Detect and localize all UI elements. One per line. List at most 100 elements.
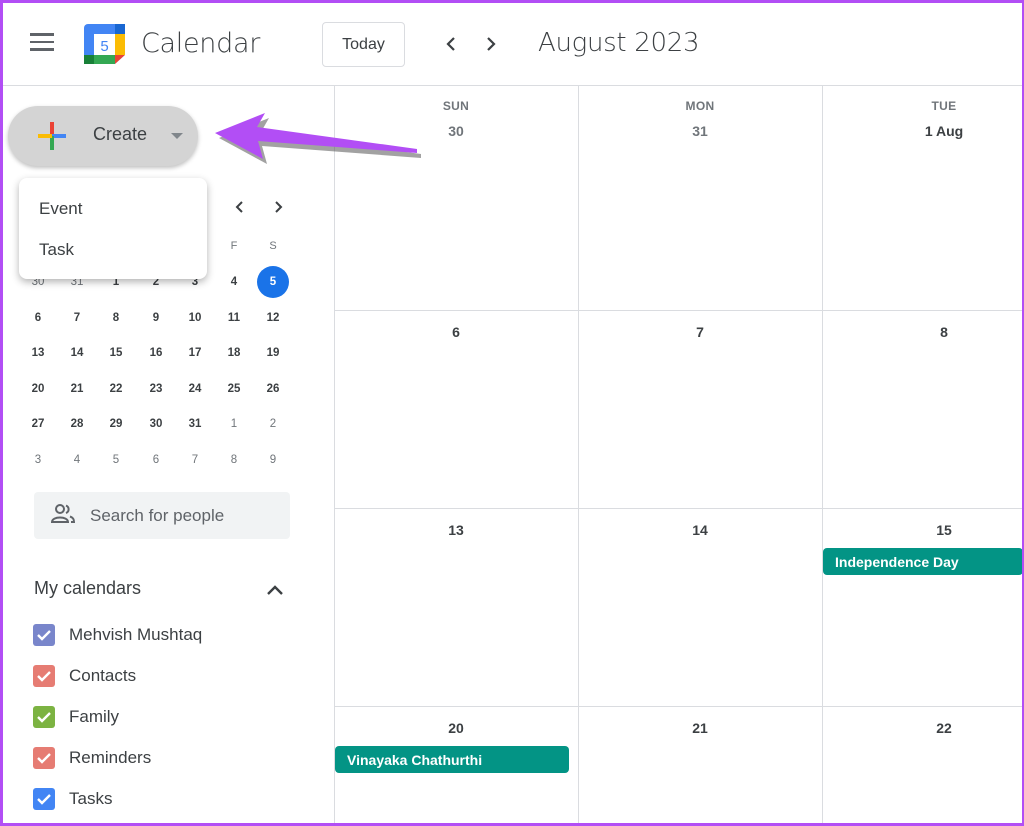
mini-calendar-day[interactable]: 30: [140, 408, 172, 440]
app-title: Calendar: [141, 28, 261, 59]
create-button-label: Create: [93, 124, 148, 144]
day-number[interactable]: 8: [822, 324, 1024, 340]
checkmark-icon: [37, 794, 51, 805]
mini-calendar-day[interactable]: 4: [218, 266, 250, 298]
calendar-checkbox[interactable]: [33, 706, 55, 728]
mini-calendar-day[interactable]: 13: [22, 337, 54, 369]
day-number[interactable]: 30: [334, 123, 578, 139]
day-number[interactable]: 20: [334, 720, 578, 736]
search-people-field[interactable]: [34, 492, 290, 539]
day-number[interactable]: 31: [578, 123, 822, 139]
mini-calendar-day[interactable]: 27: [22, 408, 54, 440]
mini-calendar-day[interactable]: 21: [61, 373, 93, 405]
calendar-label: Contacts: [69, 666, 137, 685]
calendar-checkbox[interactable]: [33, 665, 55, 687]
create-dropdown-menu: Event Task: [19, 178, 207, 279]
day-number[interactable]: 15: [822, 522, 1024, 538]
event-chip[interactable]: Vinayaka Chathurthi: [335, 746, 569, 773]
my-calendars-heading[interactable]: My calendars: [34, 578, 141, 599]
day-number[interactable]: 22: [822, 720, 1024, 736]
day-number[interactable]: 1 Aug: [822, 123, 1024, 139]
mini-calendar-weekday: F: [230, 240, 238, 252]
mini-calendar-day[interactable]: 23: [140, 373, 172, 405]
calendar-item[interactable]: Tasks: [33, 786, 112, 812]
mini-calendar-next-button[interactable]: [266, 195, 290, 219]
mini-calendar-day[interactable]: 3: [22, 444, 54, 476]
weekday-header: SUN: [442, 99, 470, 113]
today-button[interactable]: Today: [322, 22, 405, 67]
mini-calendar-day[interactable]: 1: [218, 408, 250, 440]
calendar-item[interactable]: Family: [33, 704, 119, 730]
mini-calendar-day[interactable]: 12: [257, 302, 289, 334]
checkmark-icon: [37, 753, 51, 764]
mini-calendar-day[interactable]: 25: [218, 373, 250, 405]
mini-calendar-day[interactable]: 5: [100, 444, 132, 476]
mini-calendar-day[interactable]: 18: [218, 337, 250, 369]
mini-calendar-prev-button[interactable]: [228, 195, 252, 219]
month-view-grid: SUN MON TUE 30 31 1 Aug 6 7 8 13 14 15 20 21 22 Indepen…: [334, 86, 1024, 826]
chevron-right-icon: [487, 37, 496, 51]
main-menu-button[interactable]: [30, 33, 56, 53]
hamburger-menu-icon: [30, 33, 56, 51]
calendar-checkbox[interactable]: [33, 788, 55, 810]
mini-calendar-day[interactable]: 28: [61, 408, 93, 440]
mini-calendar-day[interactable]: 10: [179, 302, 211, 334]
mini-calendar-day[interactable]: 14: [61, 337, 93, 369]
mini-calendar-day[interactable]: 7: [61, 302, 93, 334]
my-calendars-collapse-button[interactable]: [263, 579, 287, 601]
mini-calendar-day[interactable]: 6: [22, 302, 54, 334]
current-period-title: August 2023: [538, 28, 700, 58]
mini-calendar-day[interactable]: 24: [179, 373, 211, 405]
grid-divider: [334, 86, 335, 826]
mini-calendar-day[interactable]: 6: [140, 444, 172, 476]
mini-calendar-day[interactable]: 8: [100, 302, 132, 334]
search-people-input[interactable]: [90, 492, 280, 539]
day-number[interactable]: 6: [334, 324, 578, 340]
mini-calendar-day[interactable]: 19: [257, 337, 289, 369]
day-number[interactable]: 21: [578, 720, 822, 736]
create-button[interactable]: Create: [8, 106, 198, 166]
next-period-button[interactable]: [477, 30, 505, 58]
checkmark-icon: [37, 630, 51, 641]
grid-divider: [822, 86, 823, 826]
calendar-checkbox[interactable]: [33, 624, 55, 646]
calendar-label: Tasks: [69, 789, 113, 808]
mini-calendar-day[interactable]: 15: [100, 337, 132, 369]
mini-calendar-day[interactable]: 8: [218, 444, 250, 476]
event-chip[interactable]: Independence Day: [823, 548, 1023, 575]
google-calendar-logo-icon: 5: [84, 24, 125, 64]
mini-calendar-day[interactable]: 29: [100, 408, 132, 440]
mini-calendar-day[interactable]: 9: [140, 302, 172, 334]
chevron-left-icon: [446, 37, 455, 51]
calendar-checkbox[interactable]: [33, 747, 55, 769]
menu-item-event[interactable]: Event: [19, 188, 207, 229]
day-number[interactable]: 13: [334, 522, 578, 538]
calendar-item[interactable]: Reminders: [33, 745, 151, 771]
grid-divider: [334, 508, 1024, 509]
chevron-right-icon: [275, 201, 283, 213]
weekday-header: MON: [685, 99, 715, 113]
menu-item-task[interactable]: Task: [19, 229, 207, 270]
mini-calendar-day[interactable]: 22: [100, 373, 132, 405]
mini-calendar-day[interactable]: 9: [257, 444, 289, 476]
mini-calendar-weekday: S: [269, 240, 277, 252]
mini-calendar-day[interactable]: 16: [140, 337, 172, 369]
mini-calendar-day[interactable]: 2: [257, 408, 289, 440]
mini-calendar-day[interactable]: 31: [179, 408, 211, 440]
mini-calendar-day[interactable]: 20: [22, 373, 54, 405]
calendar-item[interactable]: Mehvish Mushtaq: [33, 622, 202, 648]
mini-calendar-day[interactable]: 11: [218, 302, 250, 334]
mini-calendar-day[interactable]: 7: [179, 444, 211, 476]
chevron-left-icon: [235, 201, 243, 213]
mini-calendar-day[interactable]: 26: [257, 373, 289, 405]
calendar-item[interactable]: Contacts: [33, 663, 136, 689]
grid-divider: [578, 86, 579, 826]
previous-period-button[interactable]: [437, 30, 465, 58]
top-app-bar: 5 Calendar Today August 2023: [0, 0, 1024, 86]
mini-calendar-day[interactable]: 4: [61, 444, 93, 476]
day-number[interactable]: 14: [578, 522, 822, 538]
day-number[interactable]: 7: [578, 324, 822, 340]
mini-calendar-day[interactable]: 17: [179, 337, 211, 369]
mini-calendar-today[interactable]: 5: [257, 266, 289, 298]
calendar-label: Mehvish Mushtaq: [69, 625, 203, 644]
